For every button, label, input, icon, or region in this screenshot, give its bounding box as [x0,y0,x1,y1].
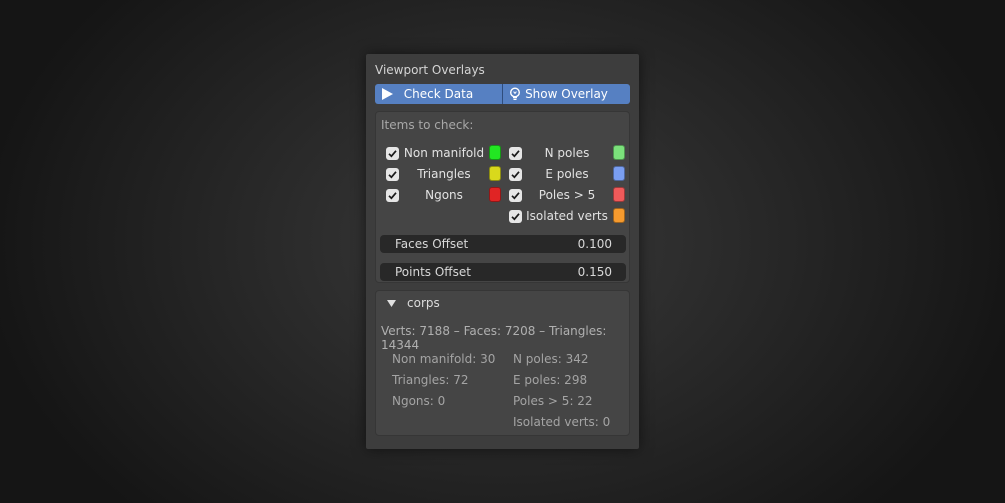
non-manifold-label: Non manifold [403,146,485,160]
stat-n-poles: N poles: 342 [513,352,589,366]
poles-gt5-label: Poles > 5 [538,188,596,202]
object-section-header[interactable]: corps [376,291,629,315]
faces-offset-value: 0.100 [577,237,612,251]
points-offset-label: Points Offset [395,265,471,279]
checkmark-icon [388,150,397,158]
lightbulb-icon [509,87,521,100]
triangles-label: Triangles [417,167,471,181]
triangle-down-icon [387,300,396,307]
n-poles-label: N poles [544,146,590,160]
e-poles-label: E poles [545,167,589,181]
show-overlay-button[interactable]: Show Overlay [502,84,630,104]
poles-gt5-color[interactable] [613,187,625,202]
checkmark-icon [511,150,520,158]
points-offset-field[interactable]: Points Offset 0.150 [380,263,626,281]
e-poles-color[interactable] [613,166,625,181]
stat-triangles: Triangles: 72 [392,373,469,387]
panel-title: Viewport Overlays [375,63,485,77]
viewport-overlays-panel: Viewport Overlays Check Data Show Overla… [366,54,639,449]
check-data-button[interactable]: Check Data [375,84,502,104]
checkmark-icon [511,213,520,221]
stat-ngons: Ngons: 0 [392,394,446,408]
object-stats-box: corps Verts: 7188 – Faces: 7208 – Triang… [375,290,630,436]
items-to-check-box: Items to check: Non manifold N poles Tri… [375,111,630,283]
check-row: Isolated verts [376,207,629,227]
mesh-summary: Verts: 7188 – Faces: 7208 – Triangles: 1… [381,324,607,352]
checkmark-icon [388,192,397,200]
isolated-verts-color[interactable] [613,208,625,223]
checkmark-icon [388,171,397,179]
show-overlay-label: Show Overlay [525,87,608,101]
checkmark-icon [511,192,520,200]
check-row: Ngons Poles > 5 [376,186,629,206]
ngons-checkbox[interactable] [386,189,399,202]
faces-offset-label: Faces Offset [395,237,469,251]
check-data-label: Check Data [403,87,474,101]
ngons-color[interactable] [489,187,501,202]
poles-gt5-checkbox[interactable] [509,189,522,202]
play-icon [382,88,393,100]
object-name: corps [407,296,440,310]
points-offset-value: 0.150 [577,265,612,279]
check-row: Non manifold N poles [376,144,629,164]
checkmark-icon [511,171,520,179]
stat-isolated-verts: Isolated verts: 0 [513,415,611,429]
e-poles-checkbox[interactable] [509,168,522,181]
n-poles-checkbox[interactable] [509,147,522,160]
ngons-label: Ngons [425,188,463,202]
items-to-check-label: Items to check: [381,118,474,132]
isolated-verts-checkbox[interactable] [509,210,522,223]
isolated-verts-label: Isolated verts [526,209,608,223]
faces-offset-field[interactable]: Faces Offset 0.100 [380,235,626,253]
check-row: Triangles E poles [376,165,629,185]
stat-e-poles: E poles: 298 [513,373,588,387]
non-manifold-color[interactable] [489,145,501,160]
action-buttons: Check Data Show Overlay [375,84,630,104]
triangles-checkbox[interactable] [386,168,399,181]
non-manifold-checkbox[interactable] [386,147,399,160]
triangles-color[interactable] [489,166,501,181]
stat-poles-gt5: Poles > 5: 22 [513,394,593,408]
n-poles-color[interactable] [613,145,625,160]
stat-non-manifold: Non manifold: 30 [392,352,496,366]
